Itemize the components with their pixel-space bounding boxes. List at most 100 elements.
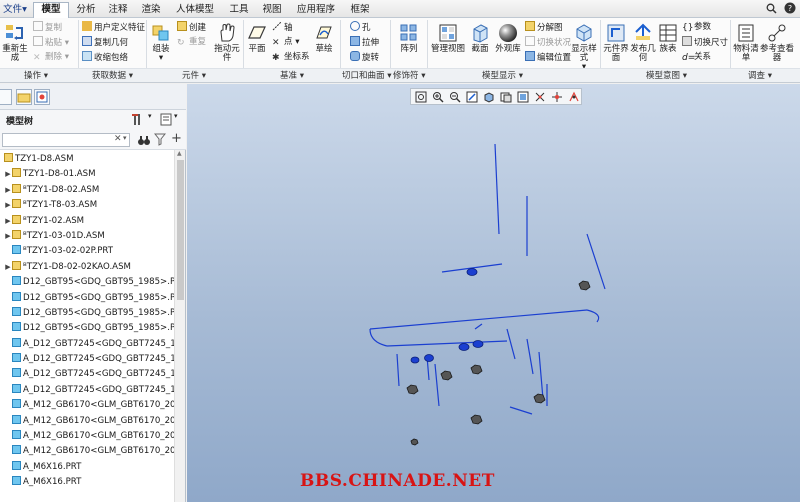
toggle-status-button[interactable]: 切换状况 (525, 36, 571, 49)
tree-item[interactable]: ▶ ᴮTZY1-D8-02-02KAO.ASM (0, 260, 174, 275)
chevron-down-icon[interactable]: ▾ (123, 134, 127, 142)
favorites-tab-icon[interactable] (34, 89, 50, 105)
extrude-button[interactable]: 拉伸 (350, 36, 379, 49)
scrollbar-thumb[interactable] (177, 160, 184, 300)
group-component[interactable]: 元件 ▾ (182, 70, 206, 82)
section-button[interactable]: 截面 (468, 22, 492, 54)
chevron-down-icon[interactable]: ▾ (174, 112, 178, 120)
paste-button[interactable]: 粘贴 ▾ (33, 36, 69, 49)
tab-render[interactable]: 渲染 (137, 3, 165, 18)
drag-component-button[interactable]: 拖动元件 (214, 22, 240, 63)
graphics-window[interactable]: BBS.CHINADE.NET (187, 84, 800, 502)
csys-button[interactable]: ✱ 坐标系 (272, 51, 310, 63)
show-menu-icon[interactable] (160, 113, 172, 126)
exploded-view-button[interactable]: 分解图 (525, 21, 563, 34)
tab-analysis[interactable]: 分析 (72, 3, 100, 18)
tab-manikin[interactable]: 人体模型 (170, 3, 220, 18)
regenerate-button[interactable]: 重新生成 (0, 22, 30, 63)
tree-item[interactable]: A_D12_GBT7245<GDQ_GBT7245_1987 (0, 352, 174, 367)
plane-button[interactable]: 平面 (244, 22, 270, 54)
expand-arrow-icon[interactable]: ▶ (4, 214, 12, 229)
user-feature-button[interactable]: 用户定义特征 (82, 21, 145, 34)
create-button[interactable]: 创建 (177, 21, 206, 34)
tree-item[interactable]: D12_GBT95<GDQ_GBT95_1985>.PRT (0, 291, 174, 306)
tab-view[interactable]: 视图 (258, 3, 286, 18)
help-icon[interactable]: ? (784, 2, 796, 14)
tree-item[interactable]: D12_GBT95<GDQ_GBT95_1985>.PRT (0, 321, 174, 336)
tree-item[interactable]: A_M12_GB6170<GLM_GBT6170_2000 (0, 444, 174, 459)
binoculars-icon[interactable] (137, 133, 151, 147)
copy-geometry-button[interactable]: 复制几何 (82, 36, 128, 49)
family-table-button[interactable]: 族表 (656, 22, 680, 54)
tree-item[interactable]: ▶ ᴮTZY1-D8-02.ASM (0, 183, 174, 198)
close-icon[interactable]: ✕ (114, 134, 122, 144)
search-icon[interactable] (765, 3, 777, 15)
appearance-gallery-button[interactable]: 外观库 (493, 22, 523, 54)
tab-applications[interactable]: 应用程序 (291, 3, 341, 18)
group-operations[interactable]: 操作 ▾ (24, 70, 48, 82)
group-investigate[interactable]: 调查 ▾ (748, 70, 772, 82)
display-style-button[interactable]: 显示样式 ▾ (570, 22, 598, 72)
tree-search-input[interactable] (2, 133, 130, 147)
component-interface-button[interactable]: 元件界面 (602, 22, 630, 63)
assemble-button[interactable]: 组装 ▾ (148, 22, 174, 63)
expand-arrow-icon[interactable]: ▶ (4, 229, 12, 244)
tab-annotate[interactable]: 注释 (104, 3, 132, 18)
model-tree-tab-icon[interactable] (0, 89, 12, 105)
folder-browser-tab-icon[interactable] (16, 89, 32, 105)
group-get-data[interactable]: 获取数据 ▾ (92, 70, 133, 82)
tab-framework[interactable]: 框架 (346, 3, 374, 18)
reference-viewer-button[interactable]: 参考查看器 (760, 22, 794, 63)
filter-icon[interactable] (153, 133, 167, 146)
parameters-button[interactable]: {}参数 (682, 21, 711, 33)
tree-item[interactable]: TZY1-D8.ASM (0, 152, 174, 167)
tree-item[interactable]: ᴮTZY1-03-02-02P.PRT (0, 244, 174, 259)
add-icon[interactable]: + (171, 131, 182, 146)
hole-button[interactable]: 孔 (350, 21, 371, 34)
tab-file[interactable]: 文件▾ (2, 3, 28, 18)
copy-button[interactable]: 复制 (33, 21, 62, 34)
expand-arrow-icon[interactable]: ▶ (4, 183, 12, 198)
tab-tools[interactable]: 工具 (225, 3, 253, 18)
revolve-button[interactable]: 旋转 (350, 51, 379, 64)
tree-item[interactable]: ▶ ᴮTZY1-T8-03.ASM (0, 198, 174, 213)
tree-item[interactable]: A_M12_GB6170<GLM_GBT6170_2000 (0, 414, 174, 429)
point-button[interactable]: ✕ 点 ▾ (272, 36, 299, 48)
tree-item[interactable]: ▶ ᴮTZY1-02.ASM (0, 214, 174, 229)
shrinkwrap-button[interactable]: 收缩包络 (82, 51, 128, 64)
tree-item[interactable]: A_M6X16.PRT (0, 460, 174, 475)
tree-item[interactable]: A_M6X16.PRT (0, 475, 174, 490)
scroll-up-icon[interactable]: ▲ (177, 150, 182, 157)
sketch-button[interactable]: 草绘 (312, 22, 336, 54)
group-model-display[interactable]: 模型显示 ▾ (482, 70, 523, 82)
tree-item[interactable]: ▶ TZY1-D8-01.ASM (0, 167, 174, 182)
redo-button[interactable]: ↻ 重复 (177, 36, 206, 48)
expand-arrow-icon[interactable]: ▶ (4, 167, 12, 182)
publish-geometry-button[interactable]: 发布几何 (630, 22, 656, 63)
tree-scrollbar[interactable]: ▲ (174, 150, 185, 502)
pattern-button[interactable]: 阵列 (395, 22, 423, 54)
tree-item[interactable]: ▶ ᴮTZY1-03-01D.ASM (0, 229, 174, 244)
axis-button[interactable]: 轴 (272, 21, 293, 34)
manage-views-button[interactable]: 管理视图 (430, 22, 466, 54)
tree-item[interactable]: A_D12_GBT7245<GDQ_GBT7245_1987 (0, 383, 174, 398)
tree-item[interactable]: D12_GBT95<GDQ_GBT95_1985>.PRT (0, 275, 174, 290)
tree-item[interactable]: A_D12_GBT7245<GDQ_GBT7245_1987 (0, 337, 174, 352)
chevron-down-icon[interactable]: ▾ (148, 112, 152, 120)
bom-button[interactable]: 物料清单 (733, 22, 759, 63)
tree-item[interactable]: A_D12_GBT7245<GDQ_GBT7245_1987 (0, 367, 174, 382)
expand-arrow-icon[interactable]: ▶ (4, 260, 12, 275)
relations-button[interactable]: d=关系 (682, 51, 711, 63)
tab-model[interactable]: 模型 (33, 2, 69, 19)
tree-settings-icon[interactable] (132, 113, 146, 126)
group-modifiers[interactable]: 修饰符 ▾ (393, 70, 425, 82)
group-model-intent[interactable]: 模型意图 ▾ (646, 70, 687, 82)
tree-item[interactable]: A_M12_GB6170<GLM_GBT6170_2000 (0, 398, 174, 413)
delete-button[interactable]: ✕ 删除 ▾ (33, 51, 69, 63)
switch-dimensions-button[interactable]: 切换尺寸 (682, 36, 728, 49)
tree-item[interactable]: D12_GBT95<GDQ_GBT95_1985>.PRT (0, 306, 174, 321)
group-datum[interactable]: 基准 ▾ (280, 70, 304, 82)
edit-position-button[interactable]: 编辑位置 (525, 51, 571, 64)
expand-arrow-icon[interactable]: ▶ (4, 198, 12, 213)
group-cut-surface[interactable]: 切口和曲面 ▾ (342, 70, 391, 82)
